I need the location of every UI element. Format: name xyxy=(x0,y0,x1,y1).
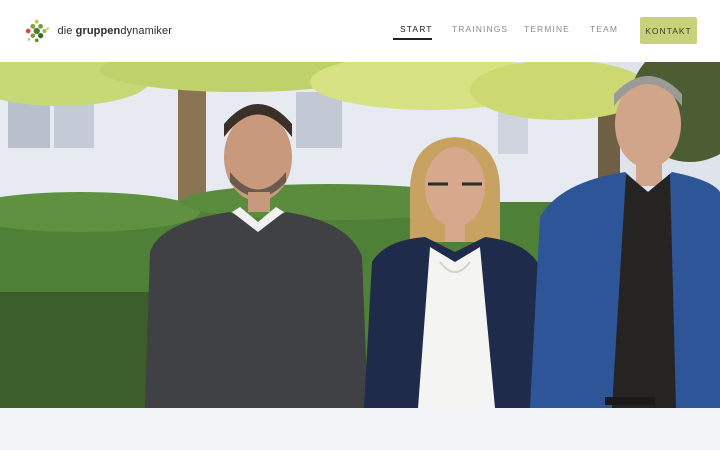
site-header: die gruppendynamiker START TRAININGS TER… xyxy=(0,0,720,62)
nav-item-trainings[interactable]: TRAININGS xyxy=(452,24,508,34)
main-nav: START TRAININGS TERMINE TEAM xyxy=(0,18,720,44)
active-nav-indicator xyxy=(393,38,432,40)
kontakt-button[interactable]: KONTAKT xyxy=(640,17,697,44)
hero-photo xyxy=(0,62,720,408)
nav-item-termine[interactable]: TERMINE xyxy=(524,24,570,34)
nav-item-start[interactable]: START xyxy=(400,24,433,34)
content-section-start xyxy=(0,408,720,450)
hero-image xyxy=(0,62,720,408)
nav-item-team[interactable]: TEAM xyxy=(590,24,618,34)
